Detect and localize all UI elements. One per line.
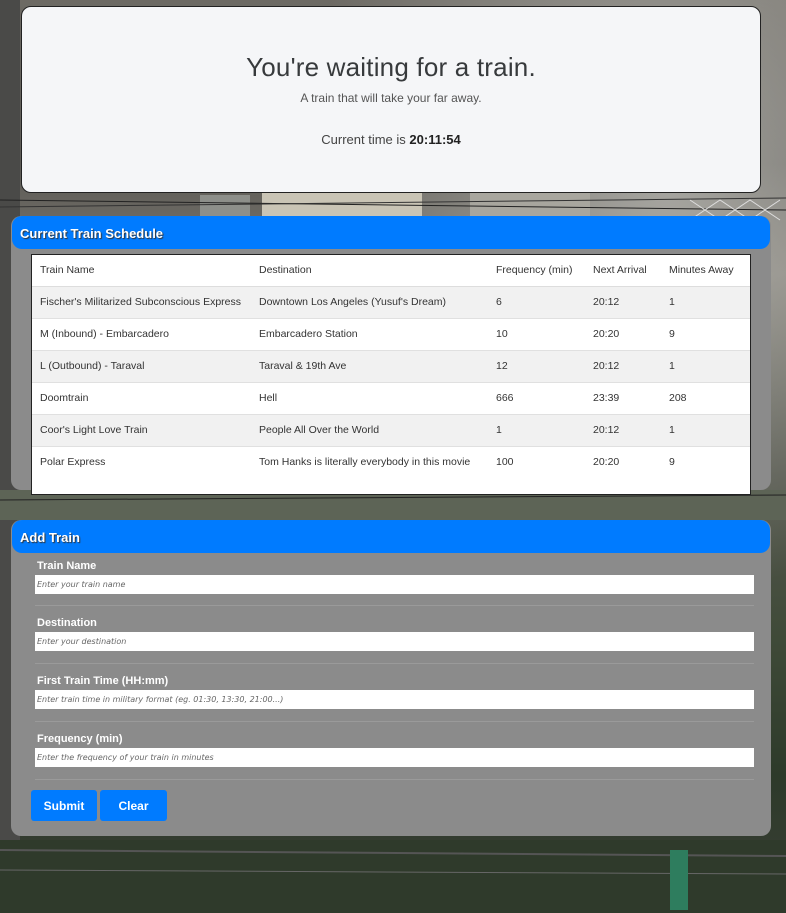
table-row: Polar Express Tom Hanks is literally eve… <box>32 445 750 478</box>
add-train-panel: Add Train Train Name Destination First T… <box>11 520 771 836</box>
col-minutes-away: Minutes Away <box>661 255 750 287</box>
cell-next-arrival: 20:12 <box>585 413 661 446</box>
col-train-name: Train Name <box>32 255 251 287</box>
clear-button[interactable]: Clear <box>100 790 167 821</box>
destination-label: Destination <box>37 617 97 629</box>
schedule-table: Train Name Destination Frequency (min) N… <box>32 255 750 478</box>
submit-button[interactable]: Submit <box>31 790 97 821</box>
form-divider <box>35 605 754 606</box>
cell-destination: Hell <box>251 381 488 414</box>
cell-minutes-away: 1 <box>661 413 750 446</box>
cell-next-arrival: 20:20 <box>585 317 661 350</box>
destination-input[interactable] <box>35 632 754 651</box>
cell-frequency: 666 <box>488 381 585 414</box>
form-divider <box>35 663 754 664</box>
cell-destination: People All Over the World <box>251 413 488 446</box>
current-time-value: 20:11:54 <box>409 132 461 147</box>
col-frequency: Frequency (min) <box>488 255 585 287</box>
cell-destination: Downtown Los Angeles (Yusuf's Dream) <box>251 285 488 318</box>
cell-train-name: M (Inbound) - Embarcadero <box>32 317 251 350</box>
cell-frequency: 12 <box>488 349 585 382</box>
table-row: Coor's Light Love Train People All Over … <box>32 413 750 446</box>
cell-next-arrival: 20:12 <box>585 285 661 318</box>
schedule-table-container: Train Name Destination Frequency (min) N… <box>31 254 751 495</box>
cell-minutes-away: 208 <box>661 381 750 414</box>
cell-minutes-away: 9 <box>661 317 750 350</box>
first-time-label: First Train Time (HH:mm) <box>37 675 169 687</box>
cell-train-name: Coor's Light Love Train <box>32 413 251 446</box>
table-row: Doomtrain Hell 666 23:39 208 <box>32 381 750 414</box>
table-row: L (Outbound) - Taraval Taraval & 19th Av… <box>32 349 750 382</box>
table-header-row: Train Name Destination Frequency (min) N… <box>32 255 750 287</box>
hero-banner: You're waiting for a train. A train that… <box>21 6 761 193</box>
first-time-input[interactable] <box>35 690 754 709</box>
cell-frequency: 10 <box>488 317 585 350</box>
train-name-group: Train Name <box>35 560 754 594</box>
train-name-label: Train Name <box>37 560 97 572</box>
cell-frequency: 100 <box>488 445 585 478</box>
current-time-line: Current time is 20:11:54 <box>22 132 760 147</box>
cell-minutes-away: 9 <box>661 445 750 478</box>
table-row: Fischer's Militarized Subconscious Expre… <box>32 285 750 318</box>
page-title: You're waiting for a train. <box>246 52 536 82</box>
cell-frequency: 6 <box>488 285 585 318</box>
schedule-panel: Current Train Schedule Train Name Destin… <box>11 216 771 495</box>
cell-frequency: 1 <box>488 413 585 446</box>
cell-next-arrival: 20:12 <box>585 349 661 382</box>
cell-train-name: Fischer's Militarized Subconscious Expre… <box>32 285 251 318</box>
cell-destination: Embarcadero Station <box>251 317 488 350</box>
train-name-input[interactable] <box>35 575 754 594</box>
cell-next-arrival: 20:20 <box>585 445 661 478</box>
form-divider <box>35 721 754 722</box>
cell-train-name: Doomtrain <box>32 381 251 414</box>
cell-minutes-away: 1 <box>661 285 750 318</box>
destination-group: Destination <box>35 617 754 651</box>
add-train-heading: Add Train <box>12 520 770 553</box>
cell-minutes-away: 1 <box>661 349 750 382</box>
frequency-label: Frequency (min) <box>37 733 123 745</box>
current-time-label: Current time is <box>321 132 406 147</box>
col-destination: Destination <box>251 255 488 287</box>
table-row: M (Inbound) - Embarcadero Embarcadero St… <box>32 317 750 350</box>
frequency-group: Frequency (min) <box>35 733 754 767</box>
cell-train-name: Polar Express <box>32 445 251 478</box>
page-subtitle: A train that will take your far away. <box>300 91 482 105</box>
cell-destination: Tom Hanks is literally everybody in this… <box>251 445 488 478</box>
first-time-group: First Train Time (HH:mm) <box>35 675 754 709</box>
frequency-input[interactable] <box>35 748 754 767</box>
cell-train-name: L (Outbound) - Taraval <box>32 349 251 382</box>
cell-next-arrival: 23:39 <box>585 381 661 414</box>
schedule-heading: Current Train Schedule <box>12 216 770 249</box>
cell-destination: Taraval & 19th Ave <box>251 349 488 382</box>
form-divider <box>35 779 754 780</box>
col-next-arrival: Next Arrival <box>585 255 661 287</box>
